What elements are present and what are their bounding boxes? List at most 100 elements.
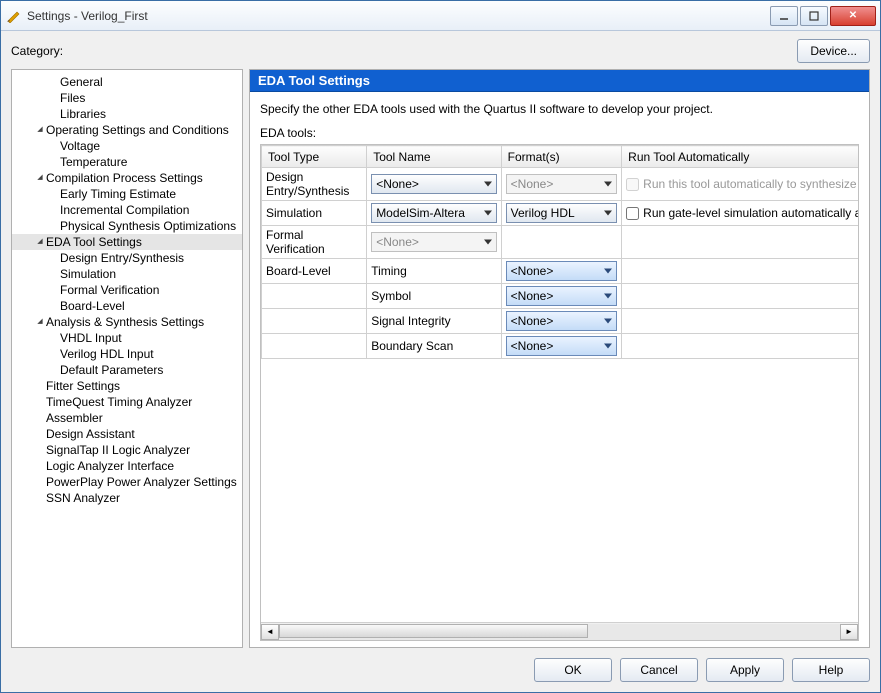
tree-item-label: Incremental Compilation [60,202,189,218]
tree-item-label: Operating Settings and Conditions [46,122,229,138]
tree-item-label: PowerPlay Power Analyzer Settings [46,474,237,490]
tree-item[interactable]: SSN Analyzer [12,490,242,506]
tree-item[interactable]: Verilog HDL Input [12,346,242,362]
tree-item-label: Files [60,90,85,106]
tree-item[interactable]: Assembler [12,410,242,426]
tree-item[interactable]: Logic Analyzer Interface [12,458,242,474]
tree-item-label: Design Assistant [46,426,135,442]
tree-item-label: Early Timing Estimate [60,186,176,202]
tree-item[interactable]: VHDL Input [12,330,242,346]
format-combo[interactable]: <None> [506,336,618,356]
dialog-buttons: OK Cancel Apply Help [11,648,870,682]
ok-button[interactable]: OK [534,658,612,682]
col-header-tool-name[interactable]: Tool Name [367,146,501,168]
tree-item[interactable]: Formal Verification [12,282,242,298]
tree-item[interactable]: Simulation [12,266,242,282]
category-tree[interactable]: GeneralFilesLibraries◢Operating Settings… [11,69,243,648]
window-body: Category: Device... GeneralFilesLibrarie… [1,31,880,692]
top-row: Category: Device... [11,37,870,65]
table-row: Design Entry/Synthesis <None> <None> Run… [262,168,859,201]
format-combo[interactable]: Verilog HDL [506,203,618,223]
close-button[interactable] [830,6,876,26]
table-row: Board-Level Timing <None> [262,259,859,284]
panel-header: EDA Tool Settings [250,70,869,92]
tree-item[interactable]: ◢Analysis & Synthesis Settings [12,314,242,330]
tree-item-label: Temperature [60,154,127,170]
tree-item[interactable]: ◢EDA Tool Settings [12,234,242,250]
tree-item[interactable]: TimeQuest Timing Analyzer [12,394,242,410]
col-header-formats[interactable]: Format(s) [501,146,622,168]
format-combo: <None> [506,174,618,194]
apply-button[interactable]: Apply [706,658,784,682]
format-combo[interactable]: <None> [506,261,618,281]
tool-name-combo[interactable]: <None> [371,174,496,194]
tree-item[interactable]: Physical Synthesis Optimizations [12,218,242,234]
minimize-button[interactable] [770,6,798,26]
col-header-run-auto[interactable]: Run Tool Automatically [622,146,858,168]
tree-item[interactable]: Incremental Compilation [12,202,242,218]
cell-subtype: Symbol [367,284,501,309]
cancel-button[interactable]: Cancel [620,658,698,682]
app-icon [5,8,21,24]
tool-name-combo[interactable]: ModelSim-Altera [371,203,496,223]
eda-tools-label: EDA tools: [260,126,859,140]
horizontal-scrollbar[interactable]: ◄ ► [261,622,858,640]
eda-tools-grid: Tool Type Tool Name Format(s) Run Tool A… [260,144,859,641]
tool-name-combo: <None> [371,232,496,252]
tree-item-label: VHDL Input [60,330,122,346]
tree-item-label: Analysis & Synthesis Settings [46,314,204,330]
tree-twisty-icon[interactable]: ◢ [34,234,46,250]
tree-item[interactable]: Fitter Settings [12,378,242,394]
tree-item[interactable]: Temperature [12,154,242,170]
scrollbar-thumb[interactable] [279,624,588,638]
tree-twisty-icon[interactable]: ◢ [34,122,46,138]
tree-item-label: Design Entry/Synthesis [60,250,184,266]
tree-item-label: Compilation Process Settings [46,170,203,186]
tree-item-label: General [60,74,103,90]
format-combo[interactable]: <None> [506,286,618,306]
window-title: Settings - Verilog_First [27,9,770,23]
tree-item[interactable]: Board-Level [12,298,242,314]
run-auto-checkbox: Run this tool automatically to synthesiz… [626,177,858,191]
tree-item[interactable]: Default Parameters [12,362,242,378]
scroll-right-icon[interactable]: ► [840,624,858,640]
scroll-left-icon[interactable]: ◄ [261,624,279,640]
panel-description: Specify the other EDA tools used with th… [260,102,859,116]
cell-tool-type: Board-Level [262,259,367,284]
tree-item-label: Fitter Settings [46,378,120,394]
tree-item-label: TimeQuest Timing Analyzer [46,394,192,410]
titlebar[interactable]: Settings - Verilog_First [1,1,880,31]
maximize-button[interactable] [800,6,828,26]
cell-tool-type: Formal Verification [262,226,367,259]
table-row: Formal Verification <None> [262,226,859,259]
tree-item[interactable]: Voltage [12,138,242,154]
cell-tool-type: Simulation [262,201,367,226]
tree-item[interactable]: Design Assistant [12,426,242,442]
tree-item-label: Default Parameters [60,362,163,378]
tree-twisty-icon[interactable]: ◢ [34,170,46,186]
cell-tool-type: Design Entry/Synthesis [262,168,367,201]
tree-item[interactable]: ◢Operating Settings and Conditions [12,122,242,138]
help-button[interactable]: Help [792,658,870,682]
cell-subtype: Signal Integrity [367,309,501,334]
table-row: Signal Integrity <None> [262,309,859,334]
tree-item[interactable]: ◢Compilation Process Settings [12,170,242,186]
col-header-tool-type[interactable]: Tool Type [262,146,367,168]
tree-twisty-icon[interactable]: ◢ [34,314,46,330]
tree-item[interactable]: PowerPlay Power Analyzer Settings [12,474,242,490]
tree-item-label: Logic Analyzer Interface [46,458,174,474]
device-button[interactable]: Device... [797,39,870,63]
tree-item[interactable]: General [12,74,242,90]
tree-item[interactable]: Files [12,90,242,106]
format-combo[interactable]: <None> [506,311,618,331]
settings-panel: EDA Tool Settings Specify the other EDA … [249,69,870,648]
tree-item-label: SignalTap II Logic Analyzer [46,442,190,458]
panel-body: Specify the other EDA tools used with th… [250,92,869,647]
tree-item[interactable]: Early Timing Estimate [12,186,242,202]
run-auto-checkbox[interactable]: Run gate-level simulation automatically … [626,206,858,220]
tree-item[interactable]: Libraries [12,106,242,122]
tree-item[interactable]: SignalTap II Logic Analyzer [12,442,242,458]
tree-item-label: Physical Synthesis Optimizations [60,218,236,234]
tree-item[interactable]: Design Entry/Synthesis [12,250,242,266]
content-area: GeneralFilesLibraries◢Operating Settings… [11,69,870,648]
